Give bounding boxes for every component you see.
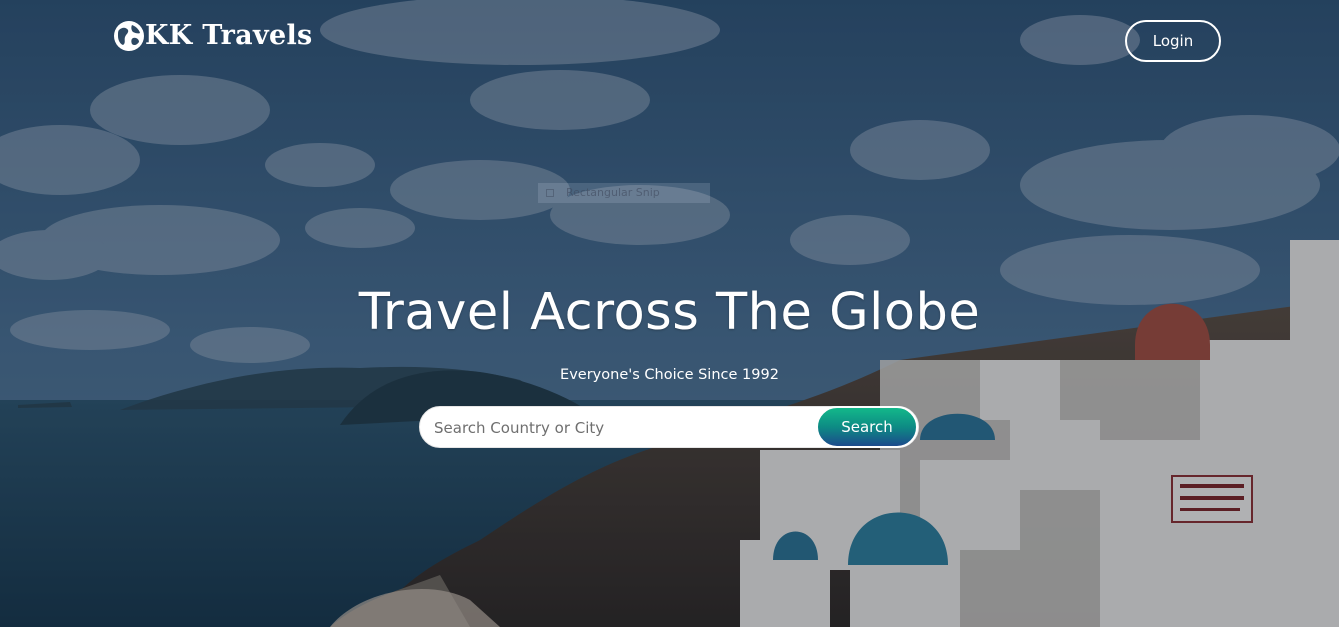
search-button[interactable]: Search — [816, 406, 918, 448]
globe-icon — [114, 21, 144, 51]
search-input[interactable] — [432, 407, 816, 449]
hero-subtitle: Everyone's Choice Since 1992 — [560, 367, 779, 383]
snip-icon — [546, 189, 554, 197]
hero-title: Travel Across The Globe — [358, 283, 981, 342]
snip-label-text: Rectangular Snip — [566, 186, 660, 199]
login-button[interactable]: Login — [1125, 20, 1221, 62]
brand-name: KK Travels — [145, 20, 313, 51]
top-navbar: KK Travels Login — [0, 0, 1339, 90]
hero-section: Rectangular Snip KK Travels Login Travel… — [0, 0, 1339, 627]
search-bar: Search — [419, 406, 919, 449]
brand-logo[interactable]: KK Travels — [113, 16, 313, 56]
rectangular-snip-label: Rectangular Snip — [538, 183, 710, 203]
